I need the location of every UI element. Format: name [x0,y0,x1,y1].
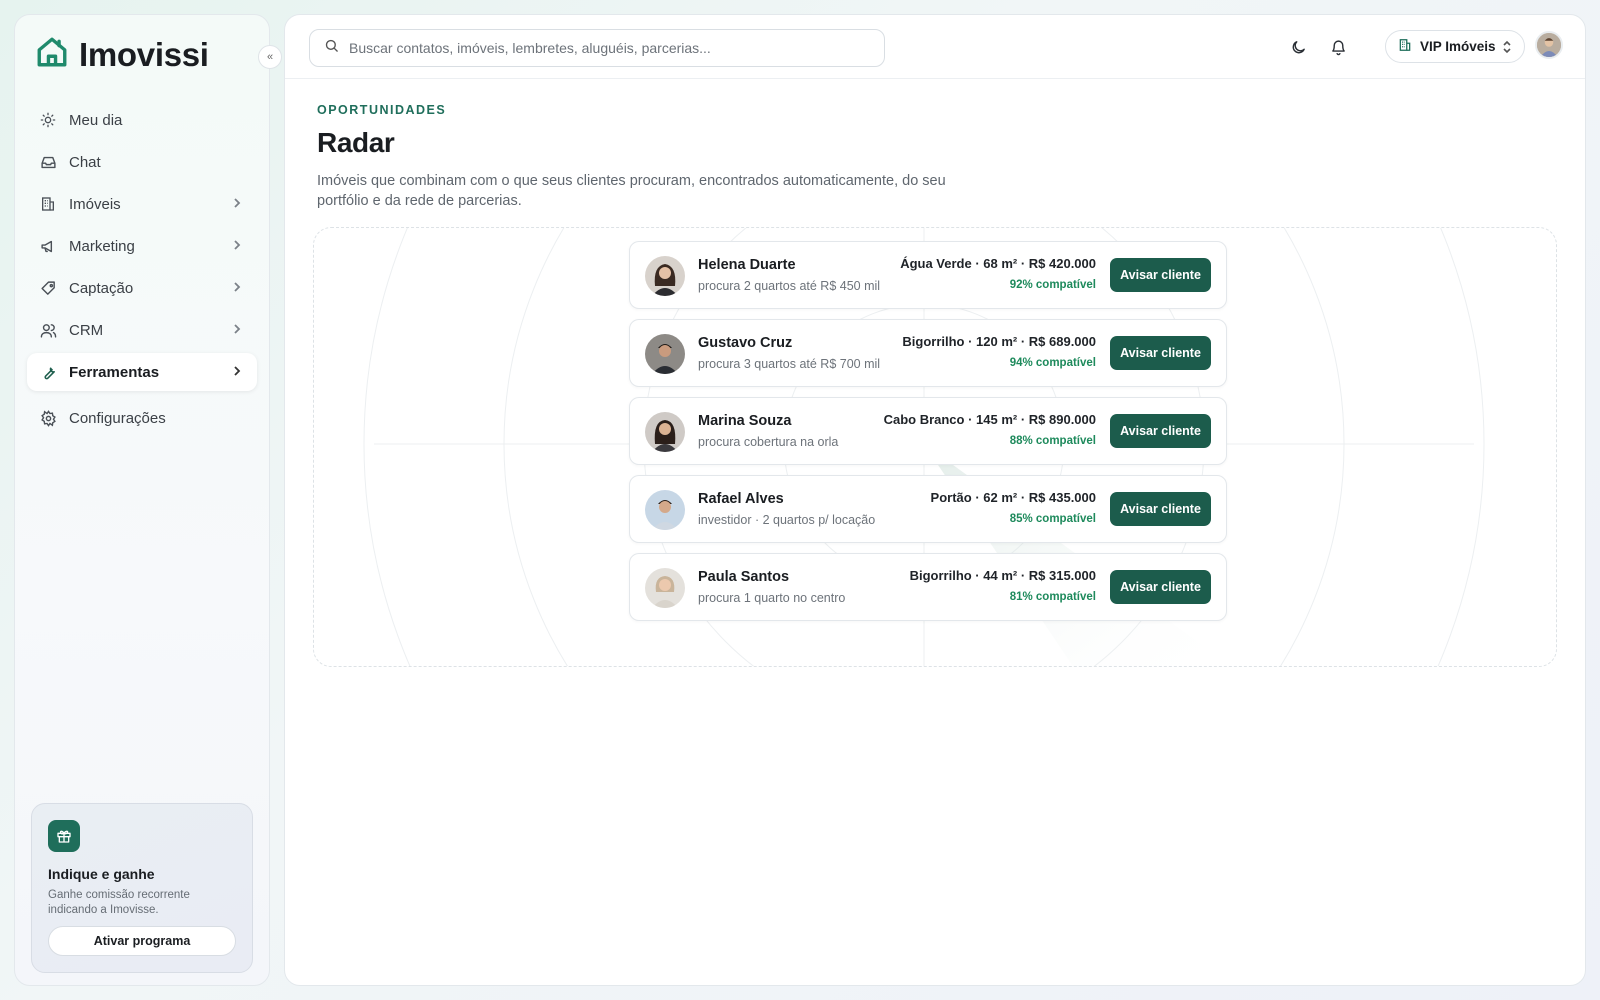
page-eyebrow: OPORTUNIDADES [317,103,447,117]
chevron-right-icon [231,322,243,340]
search-icon [324,38,339,58]
chevrons-left-icon: « [266,51,274,63]
client-request: investidor · 2 quartos p/ locação [698,513,876,527]
gear-icon [39,409,57,427]
client-name: Helena Duarte [698,257,796,273]
sidebar-item-label: CRM [69,321,104,339]
tag-icon [39,279,57,297]
sidebar: Imovissi « Meu dia Chat Imóveis Marketin… [14,14,282,986]
match-card: Gustavo Cruz procura 3 quartos até R$ 70… [629,319,1227,387]
topbar: Buscar contatos, imóveis, lembretes, alu… [285,15,1585,79]
match-card: Helena Duarte procura 2 quartos até R$ 4… [629,241,1227,309]
sidebar-item-label: Configurações [69,409,166,427]
chevron-right-icon [231,364,243,382]
main-panel: Buscar contatos, imóveis, lembretes, alu… [284,14,1586,986]
page-header: OPORTUNIDADES Radar Imóveis que combinam… [317,103,977,211]
match-card: Rafael Alves investidor · 2 quartos p/ l… [629,475,1227,543]
property-info: Água Verde · 68 m² · R$ 420.000 [900,256,1096,271]
notify-client-button[interactable]: Avisar cliente [1110,570,1211,604]
search-placeholder: Buscar contatos, imóveis, lembretes, alu… [349,40,711,56]
bell-icon[interactable] [1328,37,1348,57]
sidebar-item-captacao[interactable]: Captação [27,269,257,307]
compatibility-score: 88% compatível [1009,435,1096,447]
sidebar-item-label: Ferramentas [69,363,160,381]
user-avatar[interactable] [1535,31,1563,59]
sidebar-nav: Meu dia Chat Imóveis Marketing Captação … [27,101,257,441]
chevron-right-icon [231,196,243,214]
sidebar-item-marketing[interactable]: Marketing [27,227,257,265]
client-name: Rafael Alves [698,491,784,507]
organization-switcher[interactable]: VIP Imóveis [1385,30,1525,63]
sidebar-item-label: Captação [69,279,134,297]
chevron-up-down-icon [1502,40,1512,57]
property-info: Bigorrilho · 120 m² · R$ 689.000 [902,334,1096,349]
wrench-icon [39,363,57,381]
sidebar-item-ferramentas[interactable]: Ferramentas [27,353,257,391]
match-card: Marina Souza procura cobertura na orla C… [629,397,1227,465]
search-input[interactable]: Buscar contatos, imóveis, lembretes, alu… [309,29,885,67]
compatibility-score: 85% compatível [1009,513,1096,525]
client-name: Paula Santos [698,569,790,585]
building-icon [1398,38,1412,55]
client-avatar [645,568,685,608]
organization-name: VIP Imóveis [1420,39,1496,54]
sidebar-item-imoveis[interactable]: Imóveis [27,185,257,223]
notify-client-button[interactable]: Avisar cliente [1110,258,1211,292]
notify-client-button[interactable]: Avisar cliente [1110,492,1211,526]
building-icon [39,195,57,213]
chevron-right-icon [231,238,243,256]
moon-icon[interactable] [1288,37,1308,57]
page-title: Radar [317,127,395,158]
client-name: Gustavo Cruz [698,335,793,351]
house-logo-icon [35,35,69,74]
match-card: Paula Santos procura 1 quarto no centro … [629,553,1227,621]
sidebar-item-label: Imóveis [69,195,121,213]
collapse-sidebar-button[interactable]: « [258,45,282,69]
sun-icon [39,111,57,129]
sidebar-item-label: Marketing [69,237,135,255]
client-avatar [645,490,685,530]
brand-name: Imovissi [79,35,209,73]
promo-description: Ganhe comissão recorrente indicando a Im… [48,889,190,916]
activate-program-button[interactable]: Ativar programa [48,926,236,956]
page-description: Imóveis que combinam com o que seus clie… [317,173,946,209]
sidebar-item-chat[interactable]: Chat [27,143,257,181]
property-info: Portão · 62 m² · R$ 435.000 [930,490,1096,505]
sidebar-item-configuracoes[interactable]: Configurações [27,399,257,437]
referral-promo-card: Indique e ganhe Ganhe comissão recorrent… [31,803,253,973]
sidebar-item-meu-dia[interactable]: Meu dia [27,101,257,139]
sidebar-item-crm[interactable]: CRM [27,311,257,349]
chevron-right-icon [231,280,243,298]
megaphone-icon [39,237,57,255]
client-request: procura 1 quarto no centro [698,591,846,605]
compatibility-score: 94% compatível [1009,357,1096,369]
compatibility-score: 81% compatível [1009,591,1096,603]
gift-icon [48,820,80,852]
client-request: procura 2 quartos até R$ 450 mil [698,279,881,293]
users-icon [39,321,57,339]
client-avatar [645,256,685,296]
property-info: Cabo Branco · 145 m² · R$ 890.000 [883,412,1096,427]
client-avatar [645,412,685,452]
sidebar-item-label: Chat [69,153,101,171]
sidebar-item-label: Meu dia [69,111,123,129]
client-name: Marina Souza [698,413,792,429]
property-info: Bigorrilho · 44 m² · R$ 315.000 [909,568,1096,583]
notify-client-button[interactable]: Avisar cliente [1110,414,1211,448]
client-avatar [645,334,685,374]
client-request: procura 3 quartos até R$ 700 mil [698,357,881,371]
compatibility-score: 92% compatível [1009,279,1096,291]
inbox-icon [39,153,57,171]
match-list: Helena Duarte procura 2 quartos até R$ 4… [629,241,1227,631]
client-request: procura cobertura na orla [698,435,839,449]
notify-client-button[interactable]: Avisar cliente [1110,336,1211,370]
promo-title: Indique e ganhe [48,866,155,882]
logo[interactable]: Imovissi [35,35,209,74]
